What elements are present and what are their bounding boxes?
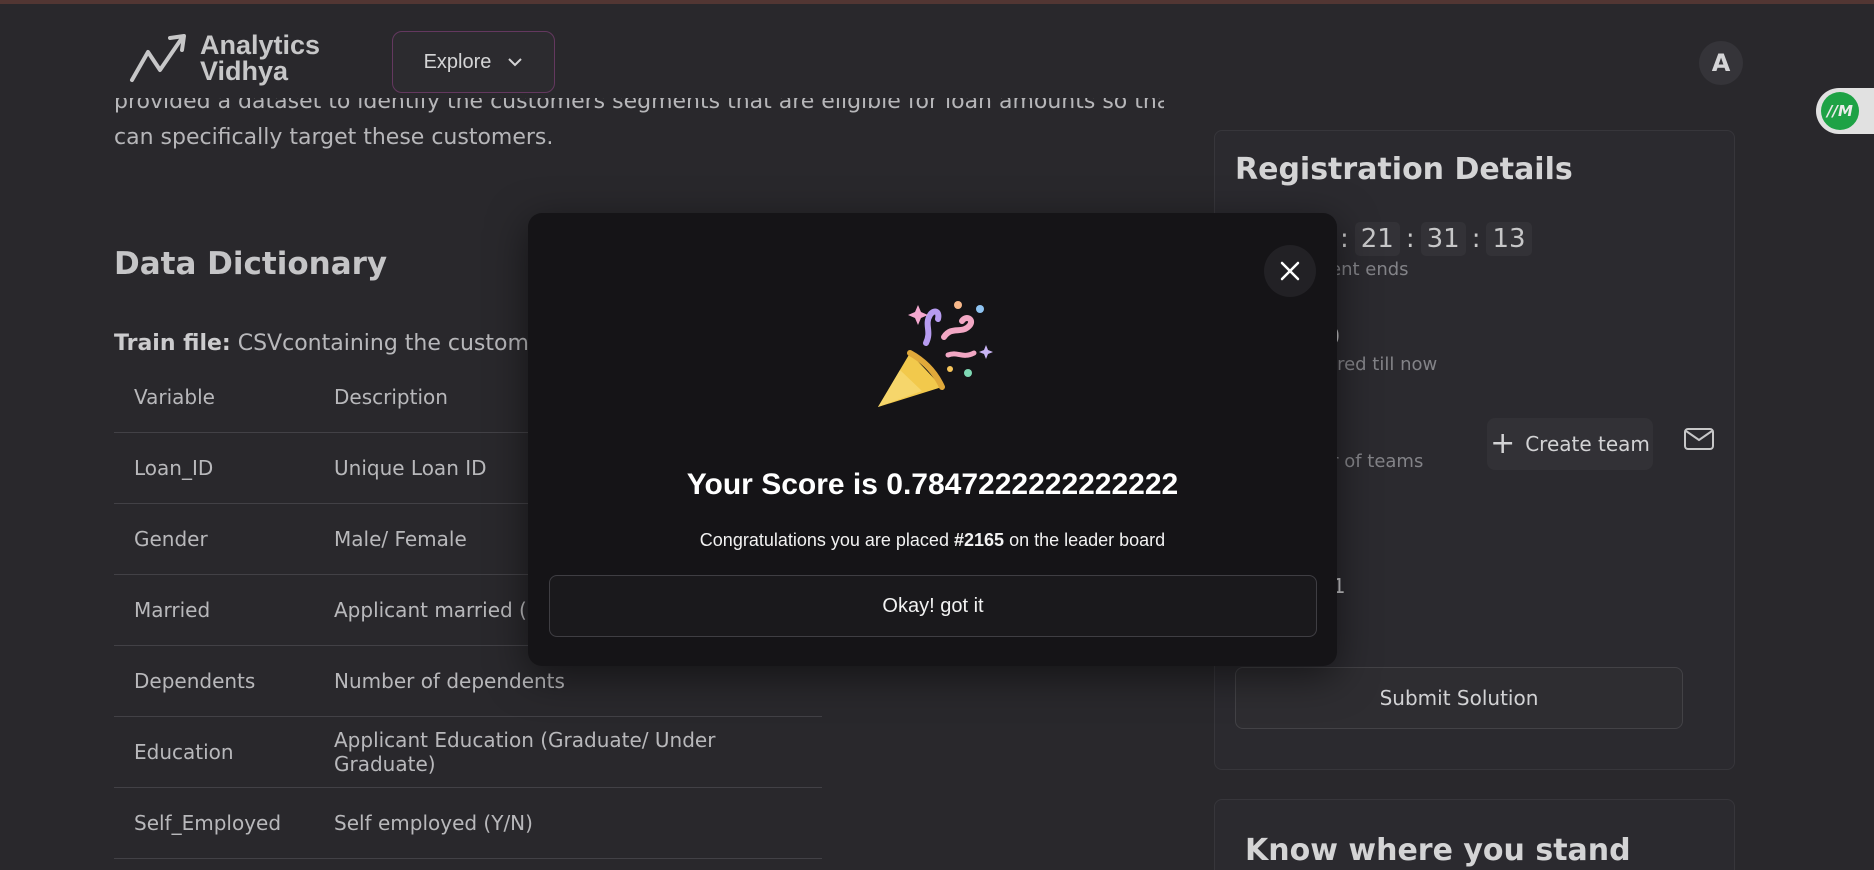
placement-prefix: Congratulations you are placed xyxy=(699,530,949,550)
score-title: Your Score is 0.7847222222222222 xyxy=(686,468,1179,501)
placement-message: Congratulations you are placed #2165 on … xyxy=(528,530,1337,551)
placement-rank: #2165 xyxy=(953,530,1005,550)
okay-got-it-button[interactable]: Okay! got it xyxy=(549,575,1317,637)
close-button[interactable] xyxy=(1264,245,1316,297)
party-popper-icon xyxy=(878,301,993,407)
close-icon xyxy=(1280,261,1300,281)
placement-suffix: on the leader board xyxy=(1009,530,1166,550)
